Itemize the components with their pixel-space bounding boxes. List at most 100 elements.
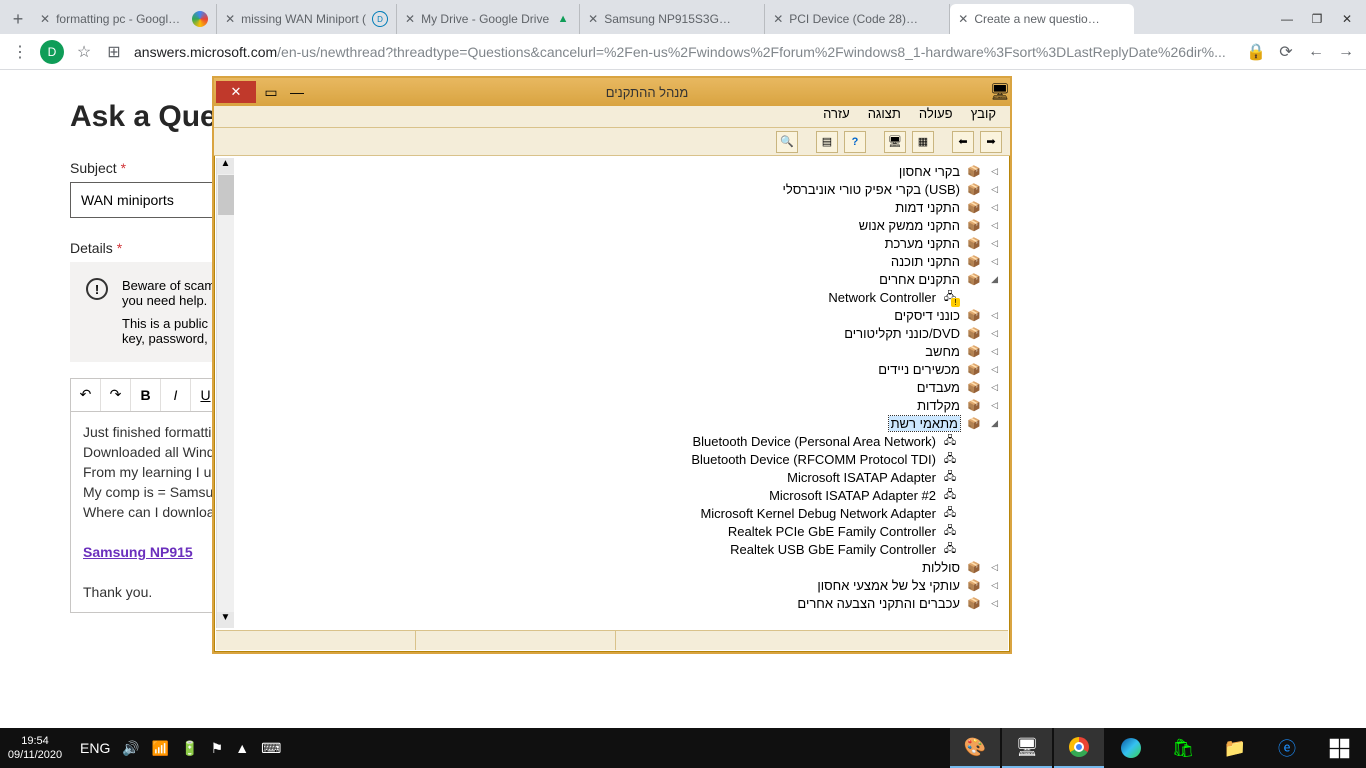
- undo-button[interactable]: ↶: [71, 379, 101, 411]
- menu-icon[interactable]: ⋮: [10, 42, 30, 62]
- tree-node[interactable]: ◁📦התקני ממשק אנוש: [234, 216, 1008, 234]
- app-store[interactable]: 🛍: [1158, 728, 1208, 768]
- minimize-button[interactable]: —: [1272, 8, 1302, 30]
- tab-1[interactable]: ✕missing WAN Miniport (D: [217, 4, 397, 34]
- menu-help[interactable]: עזרה: [823, 106, 850, 127]
- tool-show-hidden-icon[interactable]: ▦: [912, 131, 934, 153]
- tree-node[interactable]: ◁📦התקני מערכת: [234, 234, 1008, 252]
- flag-icon[interactable]: ⚑: [211, 740, 224, 757]
- tree-node[interactable]: ◁📦מחשב: [234, 342, 1008, 360]
- microsoft-icon: [925, 11, 941, 27]
- device-tree[interactable]: ◁📦בקרי אחסון◁📦בקרי אפיק טורי אוניברסלי (…: [234, 158, 1008, 628]
- battery-icon[interactable]: 🔋: [181, 740, 198, 757]
- device-icon: 📦: [966, 271, 982, 287]
- start-button[interactable]: [1314, 728, 1364, 768]
- tree-node[interactable]: ◁📦בקרי אפיק טורי אוניברסלי (USB): [234, 180, 1008, 198]
- tree-node[interactable]: ◁📦עותקי צל של אמצעי אחסון: [234, 576, 1008, 594]
- keyboard-icon[interactable]: ⌨: [261, 740, 281, 757]
- tree-node[interactable]: ◁📦בקרי אחסון: [234, 162, 1008, 180]
- menu-view[interactable]: תצוגה: [868, 106, 901, 127]
- bookmark-icon[interactable]: ☆: [74, 42, 94, 62]
- tool-properties-icon[interactable]: ▤: [816, 131, 838, 153]
- samsung-link[interactable]: Samsung NP915: [83, 544, 193, 560]
- tree-node[interactable]: ◁📦עכברים והתקני הצבעה אחרים: [234, 594, 1008, 612]
- app-chrome[interactable]: [1054, 728, 1104, 768]
- address-bar: ⋮ D ☆ ⊞ answers.microsoft.com/en-us/newt…: [0, 34, 1366, 70]
- italic-button[interactable]: I: [161, 379, 191, 411]
- tree-node[interactable]: ◁📦סוללות: [234, 558, 1008, 576]
- device-icon: 📦: [966, 163, 982, 179]
- clock[interactable]: 19:5409/11/2020: [0, 730, 70, 766]
- dm-maximize-button[interactable]: ▭: [258, 84, 284, 101]
- close-icon[interactable]: ✕: [40, 12, 50, 26]
- menu-file[interactable]: קובץ: [971, 106, 996, 127]
- close-icon[interactable]: ✕: [958, 12, 968, 26]
- install-icon[interactable]: ⊞: [104, 42, 124, 62]
- back-icon[interactable]: ←: [1306, 43, 1326, 61]
- tree-node[interactable]: ◁📦מקלדות: [234, 396, 1008, 414]
- tab-3[interactable]: ✕Samsung NP915S3G-K0: [580, 4, 765, 34]
- device-icon: 🖧: [942, 505, 958, 521]
- lang-indicator[interactable]: ENG: [80, 740, 110, 756]
- lock-icon[interactable]: 🔒: [1246, 42, 1266, 62]
- tree-node[interactable]: 🖧Microsoft Kernel Debug Network Adapter: [234, 504, 1008, 522]
- close-icon[interactable]: ✕: [588, 12, 598, 26]
- device-icon: 📦: [966, 361, 982, 377]
- close-button[interactable]: ✕: [1332, 8, 1362, 30]
- reload-icon[interactable]: ⟳: [1276, 42, 1296, 62]
- tree-node[interactable]: ◁📦התקני דמות: [234, 198, 1008, 216]
- tree-node[interactable]: 🖧Bluetooth Device (RFCOMM Protocol TDI): [234, 450, 1008, 468]
- tab-2[interactable]: ✕My Drive - Google Drive▲: [397, 4, 580, 34]
- system-tray[interactable]: ENG 🔊 📶 🔋 ⚑ ▲ ⌨: [70, 740, 291, 757]
- scrollbar[interactable]: ▲▼: [216, 158, 234, 628]
- device-icon: 📦: [966, 379, 982, 395]
- tool-back-icon[interactable]: ⬅: [952, 131, 974, 153]
- close-icon[interactable]: ✕: [773, 12, 783, 26]
- device-icon: 🖧: [942, 541, 958, 557]
- app-ie[interactable]: ⓔ: [1262, 728, 1312, 768]
- tree-node[interactable]: ◁📦כונני דיסקים: [234, 306, 1008, 324]
- app-edge[interactable]: [1106, 728, 1156, 768]
- tree-node[interactable]: ◁📦מכשירים ניידים: [234, 360, 1008, 378]
- edge-icon: [1121, 738, 1141, 758]
- tree-node[interactable]: 🖧Network Controller: [234, 288, 1008, 306]
- tool-help-icon[interactable]: ?: [844, 131, 866, 153]
- tool-scan-icon[interactable]: 🖥: [884, 131, 906, 153]
- tree-node[interactable]: 🖧Microsoft ISATAP Adapter #2: [234, 486, 1008, 504]
- device-icon: 📦: [966, 217, 982, 233]
- tool-update-icon[interactable]: 🔍: [776, 131, 798, 153]
- dm-minimize-button[interactable]: —: [284, 84, 310, 100]
- url-field[interactable]: answers.microsoft.com/en-us/newthread?th…: [134, 44, 1236, 60]
- tree-node[interactable]: ◁📦מעבדים: [234, 378, 1008, 396]
- new-tab-button[interactable]: +: [4, 5, 32, 33]
- app-paint[interactable]: 🎨: [950, 728, 1000, 768]
- tree-node[interactable]: 🖧Realtek USB GbE Family Controller: [234, 540, 1008, 558]
- close-icon[interactable]: ✕: [225, 12, 235, 26]
- dm-close-button[interactable]: ✕: [216, 81, 256, 103]
- volume-icon[interactable]: 🔊: [122, 740, 139, 757]
- redo-button[interactable]: ↷: [101, 379, 131, 411]
- tree-node[interactable]: 🖧Realtek PCIe GbE Family Controller: [234, 522, 1008, 540]
- network-icon[interactable]: 📶: [152, 740, 169, 757]
- tree-node[interactable]: ◢📦התקנים אחרים: [234, 270, 1008, 288]
- avatar[interactable]: D: [40, 40, 64, 64]
- maximize-button[interactable]: ❐: [1302, 8, 1332, 30]
- tree-node[interactable]: 🖧Bluetooth Device (Personal Area Network…: [234, 432, 1008, 450]
- bold-button[interactable]: B: [131, 379, 161, 411]
- tool-forward-icon[interactable]: ➡: [980, 131, 1002, 153]
- tray-more-icon[interactable]: ▲: [235, 740, 249, 756]
- microsoft-icon: [1110, 11, 1126, 27]
- tree-node[interactable]: ◢📦מתאמי רשת: [234, 414, 1008, 432]
- tab-5[interactable]: ✕Create a new question o: [950, 4, 1134, 34]
- forward-icon[interactable]: →: [1336, 43, 1356, 61]
- tree-node[interactable]: ◁📦כונני תקליטורים/DVD: [234, 324, 1008, 342]
- tab-4[interactable]: ✕PCI Device (Code 28) Ot: [765, 4, 950, 34]
- dm-titlebar[interactable]: 🖥 מנהל ההתקנים — ▭ ✕: [214, 78, 1010, 106]
- close-icon[interactable]: ✕: [405, 12, 415, 26]
- app-devmgr[interactable]: 🖥: [1002, 728, 1052, 768]
- tab-0[interactable]: ✕formatting pc - Google S: [32, 4, 217, 34]
- app-explorer[interactable]: 📁: [1210, 728, 1260, 768]
- tree-node[interactable]: ◁📦התקני תוכנה: [234, 252, 1008, 270]
- menu-action[interactable]: פעולה: [919, 106, 953, 127]
- tree-node[interactable]: 🖧Microsoft ISATAP Adapter: [234, 468, 1008, 486]
